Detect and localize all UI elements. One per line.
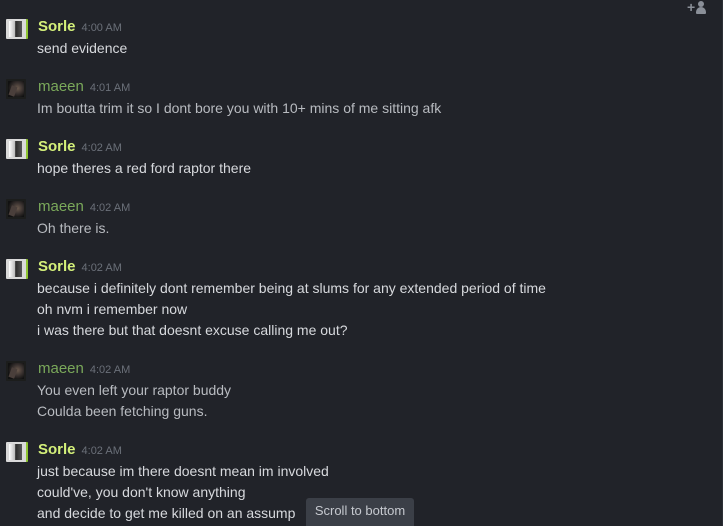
scroll-to-bottom-button[interactable]: Scroll to bottom (306, 498, 414, 526)
message-text: just because im there doesnt mean im inv… (37, 463, 329, 479)
avatar[interactable] (6, 259, 28, 279)
timestamp: 4:01 AM (89, 82, 131, 94)
timestamp: 4:02 AM (81, 142, 122, 154)
message-text: oh nvm i remember now (37, 301, 188, 317)
message-text: because i definitely dont remember being… (37, 280, 546, 296)
message-header: Sorle 4:02 AM (38, 440, 122, 460)
username[interactable]: maeen (38, 360, 84, 377)
message-text: hope theres a red ford raptor there (37, 160, 252, 176)
message-text: and decide to get me killed on an assump (37, 505, 296, 521)
username[interactable]: Sorle (38, 18, 76, 35)
timestamp: 4:02 AM (89, 202, 131, 214)
message-text: Im boutta trim it so I dont bore you wit… (37, 100, 442, 116)
message-header: Sorle 4:02 AM (38, 137, 122, 157)
avatar[interactable] (6, 79, 26, 99)
message-header: Sorle 4:00 AM (38, 17, 122, 37)
message-text: could've, you don't know anything (37, 484, 246, 500)
avatar[interactable] (6, 442, 28, 462)
add-user-icon[interactable]: + (687, 0, 709, 16)
message-text: i was there but that doesnt excuse calli… (37, 322, 348, 338)
message-text: Oh there is. (37, 220, 110, 236)
message-header: maeen 4:01 AM (38, 77, 130, 97)
username[interactable]: maeen (38, 78, 84, 95)
timestamp: 4:02 AM (89, 364, 131, 376)
message-header: Sorle 4:02 AM (38, 257, 122, 277)
message-text: send evidence (37, 40, 128, 56)
avatar[interactable] (6, 361, 26, 381)
message-header: maeen 4:02 AM (38, 359, 130, 379)
username[interactable]: Sorle (38, 138, 76, 155)
avatar[interactable] (6, 139, 28, 159)
message-header: maeen 4:02 AM (38, 197, 130, 217)
username[interactable]: Sorle (38, 441, 76, 458)
username[interactable]: maeen (38, 198, 84, 215)
timestamp: 4:02 AM (81, 262, 122, 274)
message-text: You even left your raptor buddy (37, 382, 232, 398)
timestamp: 4:00 AM (81, 22, 122, 34)
avatar[interactable] (6, 19, 28, 39)
message-text: Coulda been fetching guns. (37, 403, 208, 419)
timestamp: 4:02 AM (81, 445, 122, 457)
username[interactable]: Sorle (38, 258, 76, 275)
avatar[interactable] (6, 199, 26, 219)
